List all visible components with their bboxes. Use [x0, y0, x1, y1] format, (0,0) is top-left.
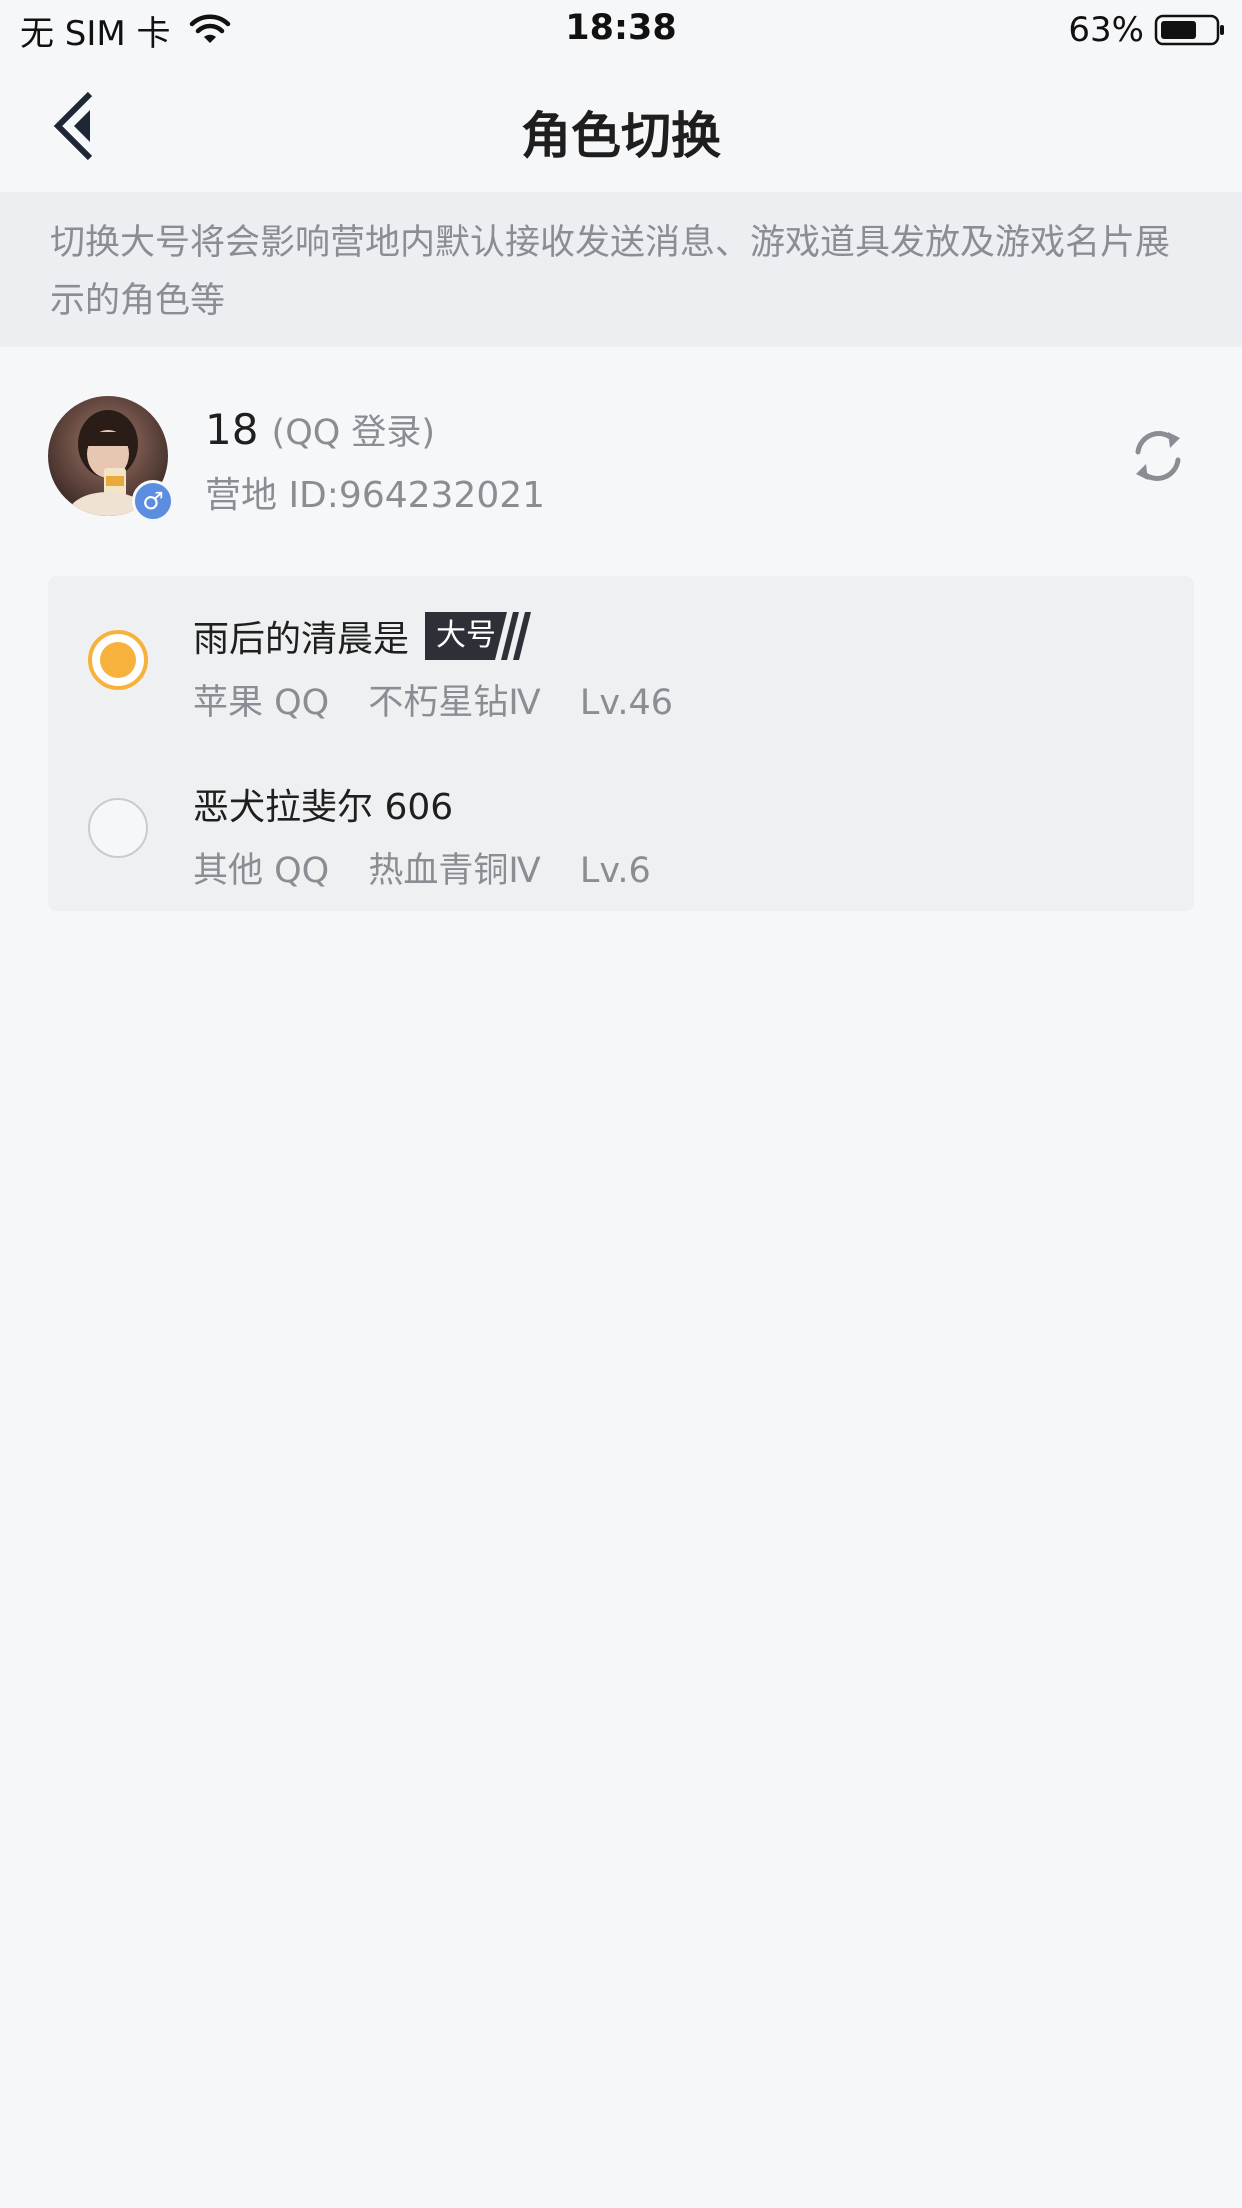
- role-meta: 苹果 QQ 不朽星钻Ⅳ Lv.46: [193, 674, 701, 725]
- role-item[interactable]: 恶犬拉斐尔 606 其他 QQ 热血青铜Ⅳ Lv.6: [48, 744, 1194, 912]
- nav-bar: 角色切换: [0, 62, 1242, 192]
- camp-id: 营地 ID:964232021: [205, 475, 546, 516]
- role-item[interactable]: 雨后的清晨是 大号 苹果 QQ 不朽星钻Ⅳ Lv.46: [48, 576, 1194, 744]
- refresh-button[interactable]: [1126, 424, 1190, 488]
- role-platform: 其他 QQ: [193, 851, 330, 891]
- battery-icon: [1154, 14, 1224, 46]
- role-platform: 苹果 QQ: [193, 683, 330, 723]
- role-name-line: 雨后的清晨是 大号: [193, 610, 535, 662]
- account-name: 18: [205, 405, 259, 454]
- radio-selected-icon[interactable]: [88, 630, 148, 690]
- badge-label: 大号: [436, 618, 497, 653]
- notice-banner: 切换大号将会影响营地内默认接收发送消息、游戏道具发放及游戏名片展示的角色等: [0, 192, 1242, 347]
- account-row: ♂ 18 (QQ 登录) 营地 ID:964232021: [0, 348, 1242, 536]
- role-meta: 其他 QQ 热血青铜Ⅳ Lv.6: [193, 842, 679, 893]
- main-account-badge: 大号: [425, 612, 535, 660]
- status-bar: 无 SIM 卡 18:38 63%: [0, 0, 1242, 62]
- refresh-icon: [1135, 431, 1181, 481]
- role-name: 恶犬拉斐尔 606: [193, 787, 454, 828]
- role-level: Lv.6: [579, 851, 651, 891]
- gender-badge: ♂: [132, 480, 174, 522]
- battery-percent: 63%: [1068, 10, 1144, 50]
- notice-text: 切换大号将会影响营地内默认接收发送消息、游戏道具发放及游戏名片展示的角色等: [50, 223, 1171, 321]
- role-name: 雨后的清晨是: [193, 619, 410, 660]
- status-right: 63%: [1068, 8, 1226, 52]
- radio-unselected-icon[interactable]: [88, 798, 148, 858]
- role-rank: 热血青铜Ⅳ: [368, 851, 541, 891]
- account-name-line: 18 (QQ 登录): [205, 404, 435, 455]
- status-time: 18:38: [565, 8, 677, 48]
- account-login-type: (QQ 登录): [271, 413, 436, 453]
- page-title: 角色切换: [521, 107, 721, 165]
- role-rank: 不朽星钻Ⅳ: [368, 683, 541, 723]
- role-name-line: 恶犬拉斐尔 606: [193, 778, 453, 830]
- role-level: Lv.46: [579, 683, 673, 723]
- role-list: 雨后的清晨是 大号 苹果 QQ 不朽星钻Ⅳ Lv.46 恶犬拉斐尔 606 其他…: [48, 576, 1194, 911]
